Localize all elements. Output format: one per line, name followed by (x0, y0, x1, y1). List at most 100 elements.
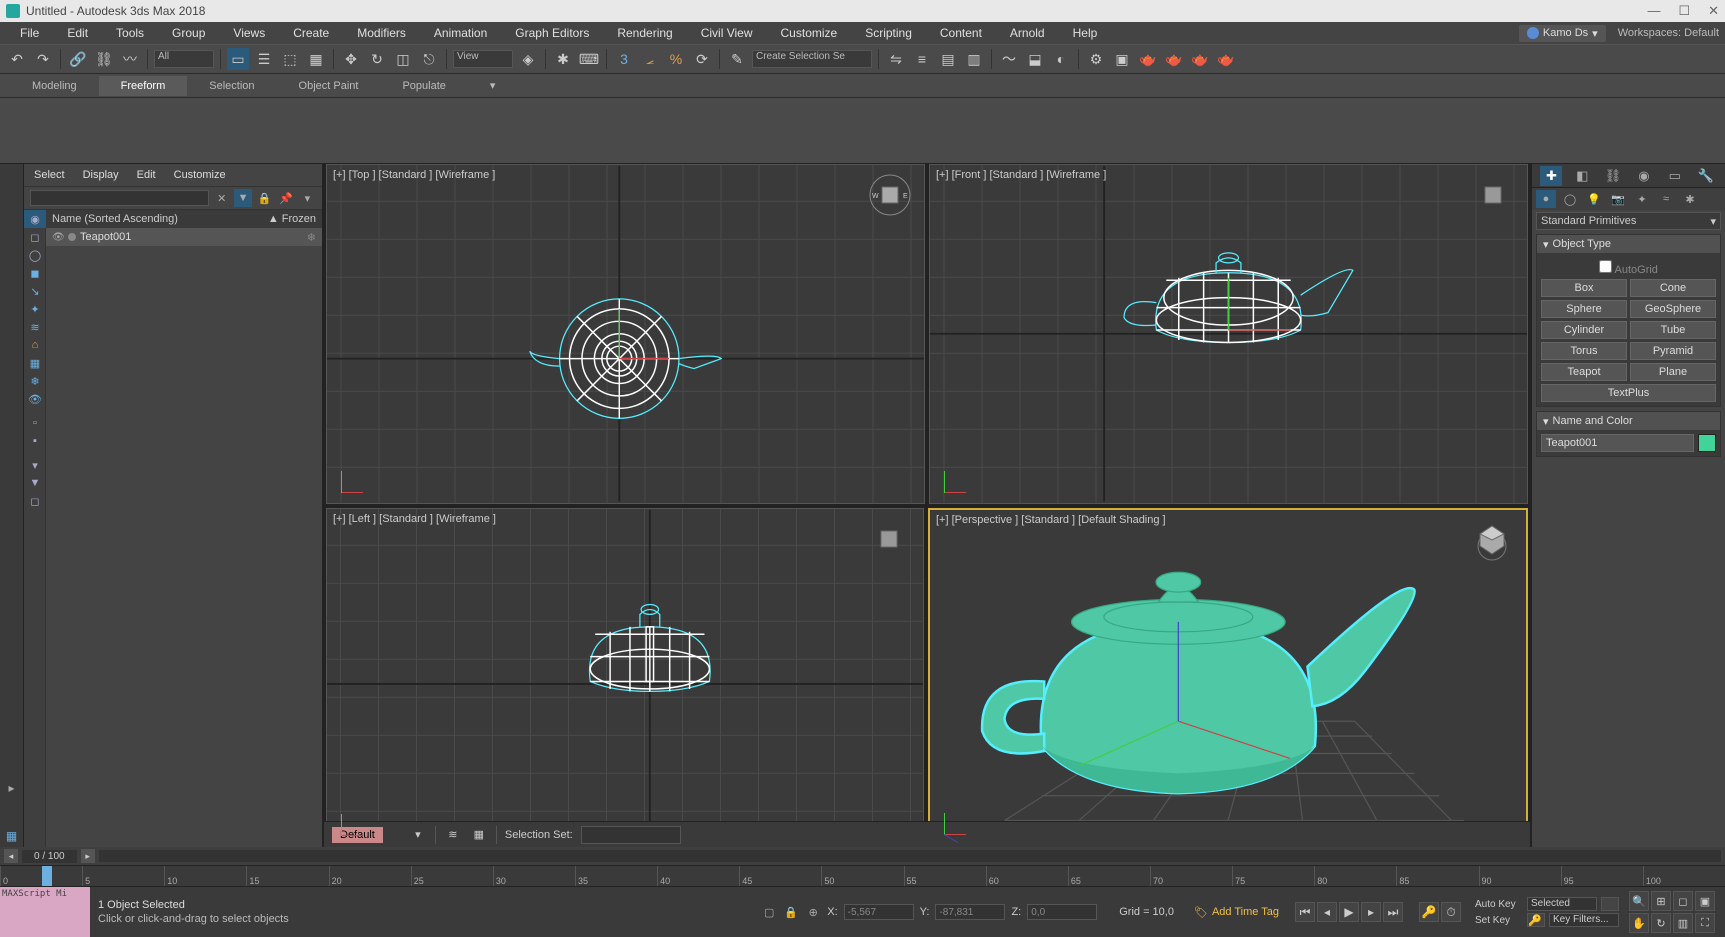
motion-tab-icon[interactable]: ◉ (1633, 166, 1655, 186)
spacewarps-category-icon[interactable]: ≈ (1656, 190, 1676, 208)
primitive-button-tube[interactable]: Tube (1630, 321, 1716, 339)
filter-spacewarps-icon[interactable]: ≋ (24, 318, 46, 336)
absolute-mode-icon[interactable]: ⊕ (805, 904, 821, 920)
maximize-button[interactable]: ☐ (1678, 3, 1690, 19)
selection-lock-icon[interactable]: ▦ (470, 826, 488, 844)
ribbon-tab-object-paint[interactable]: Object Paint (277, 76, 381, 96)
play-strip-button[interactable]: ▸ (0, 777, 23, 799)
menu-civil-view[interactable]: Civil View (687, 23, 767, 43)
key-filter-icon[interactable] (1601, 897, 1619, 911)
isolate-icon[interactable]: ≋ (444, 826, 462, 844)
pin-icon[interactable]: 📌 (277, 189, 294, 207)
render-activeshade-button[interactable]: 🫖 (1189, 48, 1211, 70)
angle-snap-button[interactable]: ⦟ (639, 48, 661, 70)
set-key-icon[interactable]: 🔑 (1527, 913, 1545, 927)
undo-button[interactable]: ↶ (6, 48, 28, 70)
key-mode-icon[interactable]: 🔑 (1419, 902, 1439, 922)
goto-start-icon[interactable]: ⏮ (1295, 902, 1315, 922)
prev-frame-icon[interactable]: ◂ (1317, 902, 1337, 922)
ribbon-tab-selection[interactable]: Selection (187, 76, 276, 96)
object-name-input[interactable] (1541, 434, 1694, 452)
select-region-button[interactable]: ⬚ (279, 48, 301, 70)
ribbon-tab-freeform[interactable]: Freeform (99, 76, 188, 96)
unlink-button[interactable]: ⛓ (93, 48, 115, 70)
add-time-tag[interactable]: 🏷Add Time Tag (1186, 887, 1287, 937)
zoom-extents-icon[interactable]: ◻ (1673, 891, 1693, 911)
menu-arnold[interactable]: Arnold (996, 23, 1059, 43)
menu-graph-editors[interactable]: Graph Editors (501, 23, 603, 43)
time-playhead[interactable] (42, 866, 52, 886)
pan-icon[interactable]: ✋ (1629, 913, 1649, 933)
viewcube-icon[interactable] (1471, 173, 1515, 217)
snap-toggle-button[interactable]: 3 (613, 48, 635, 70)
goto-end-icon[interactable]: ⏭ (1383, 902, 1403, 922)
percent-snap-button[interactable]: % (665, 48, 687, 70)
time-slider[interactable]: ◂ 0 / 100 ▸ (0, 847, 1725, 865)
expand-all-icon[interactable]: ▪ (24, 432, 46, 450)
systems-category-icon[interactable]: ✱ (1680, 190, 1700, 208)
chevron-down-icon[interactable]: ▾ (299, 189, 316, 207)
menu-modifiers[interactable]: Modifiers (343, 23, 420, 43)
lock-selection-icon[interactable]: 🔒 (783, 904, 799, 920)
object-color-swatch[interactable] (1698, 434, 1716, 452)
menu-tools[interactable]: Tools (102, 23, 158, 43)
primitive-button-teapot[interactable]: Teapot (1541, 363, 1627, 381)
keyboard-shortcut-button[interactable]: ⌨ (578, 48, 600, 70)
scene-item-row[interactable]: 👁 Teapot001 ❄ (46, 228, 322, 246)
maximize-viewport-icon[interactable]: ⛶ (1695, 913, 1715, 933)
reference-coord-dropdown[interactable]: View (453, 50, 513, 68)
link-button[interactable]: 🔗 (67, 48, 89, 70)
primitive-button-cylinder[interactable]: Cylinder (1541, 321, 1627, 339)
next-frame-icon[interactable]: ▸ (1361, 902, 1381, 922)
sort-icon[interactable]: ▼ (24, 474, 46, 492)
viewcube-icon[interactable]: WE (868, 173, 912, 217)
primitive-button-plane[interactable]: Plane (1630, 363, 1716, 381)
cameras-category-icon[interactable]: 📷 (1608, 190, 1628, 208)
time-prev-icon[interactable]: ◂ (4, 849, 18, 863)
ribbon-tab-modeling[interactable]: Modeling (10, 76, 99, 96)
spinner-snap-button[interactable]: ⟳ (691, 48, 713, 70)
time-track[interactable] (99, 850, 1721, 862)
autokey-mode-dropdown[interactable]: Selected (1527, 897, 1597, 911)
isolate-selection-icon[interactable]: ▢ (761, 904, 777, 920)
rotate-button[interactable]: ↻ (366, 48, 388, 70)
selection-filter-dropdown[interactable]: All (154, 50, 214, 68)
scene-explorer-search-input[interactable] (30, 190, 209, 206)
menu-content[interactable]: Content (926, 23, 996, 43)
coord-z-input[interactable]: 0,0 (1027, 904, 1097, 920)
modify-tab-icon[interactable]: ◧ (1571, 166, 1593, 186)
selection-set-input[interactable] (581, 826, 681, 844)
named-selection-dropdown[interactable]: Create Selection Se (752, 50, 872, 68)
key-filters-button[interactable]: Key Filters... (1549, 913, 1619, 927)
scale-button[interactable]: ◫ (392, 48, 414, 70)
ribbon-tab-populate[interactable]: Populate (380, 76, 467, 96)
menu-scripting[interactable]: Scripting (851, 23, 926, 43)
bind-space-warp-button[interactable]: 〰 (119, 48, 141, 70)
primitive-category-dropdown[interactable]: Standard Primitives▾ (1536, 212, 1721, 230)
viewcube-icon[interactable] (1470, 518, 1514, 562)
viewcube-icon[interactable] (867, 517, 911, 561)
filter-frozen-icon[interactable]: ❄ (24, 372, 46, 390)
lights-category-icon[interactable]: 💡 (1584, 190, 1604, 208)
layer-dropdown-icon[interactable]: ▾ (409, 826, 427, 844)
primitive-button-box[interactable]: Box (1541, 279, 1627, 297)
use-pivot-center-button[interactable]: ◈ (517, 48, 539, 70)
render-frame-button[interactable]: ▣ (1111, 48, 1133, 70)
primitive-button-torus[interactable]: Torus (1541, 342, 1627, 360)
primitive-button-pyramid[interactable]: Pyramid (1630, 342, 1716, 360)
frozen-icon[interactable]: ❄ (307, 231, 316, 244)
curve-editor-button[interactable]: 〜 (998, 48, 1020, 70)
manipulate-button[interactable]: ✱ (552, 48, 574, 70)
create-tab-icon[interactable]: ✚ (1540, 166, 1562, 186)
select-by-name-button[interactable]: ☰ (253, 48, 275, 70)
menu-help[interactable]: Help (1059, 23, 1112, 43)
primitive-button-cone[interactable]: Cone (1630, 279, 1716, 297)
scene-explorer-menu-customize[interactable]: Customize (174, 169, 226, 181)
geometry-category-icon[interactable]: ● (1536, 190, 1556, 208)
fov-icon[interactable]: ▥ (1673, 913, 1693, 933)
menu-file[interactable]: File (6, 23, 53, 43)
time-config-icon[interactable]: ⏱ (1441, 902, 1461, 922)
coord-y-input[interactable]: -87,831 (935, 904, 1005, 920)
display-tab-icon[interactable]: ▭ (1664, 166, 1686, 186)
menu-customize[interactable]: Customize (767, 23, 852, 43)
